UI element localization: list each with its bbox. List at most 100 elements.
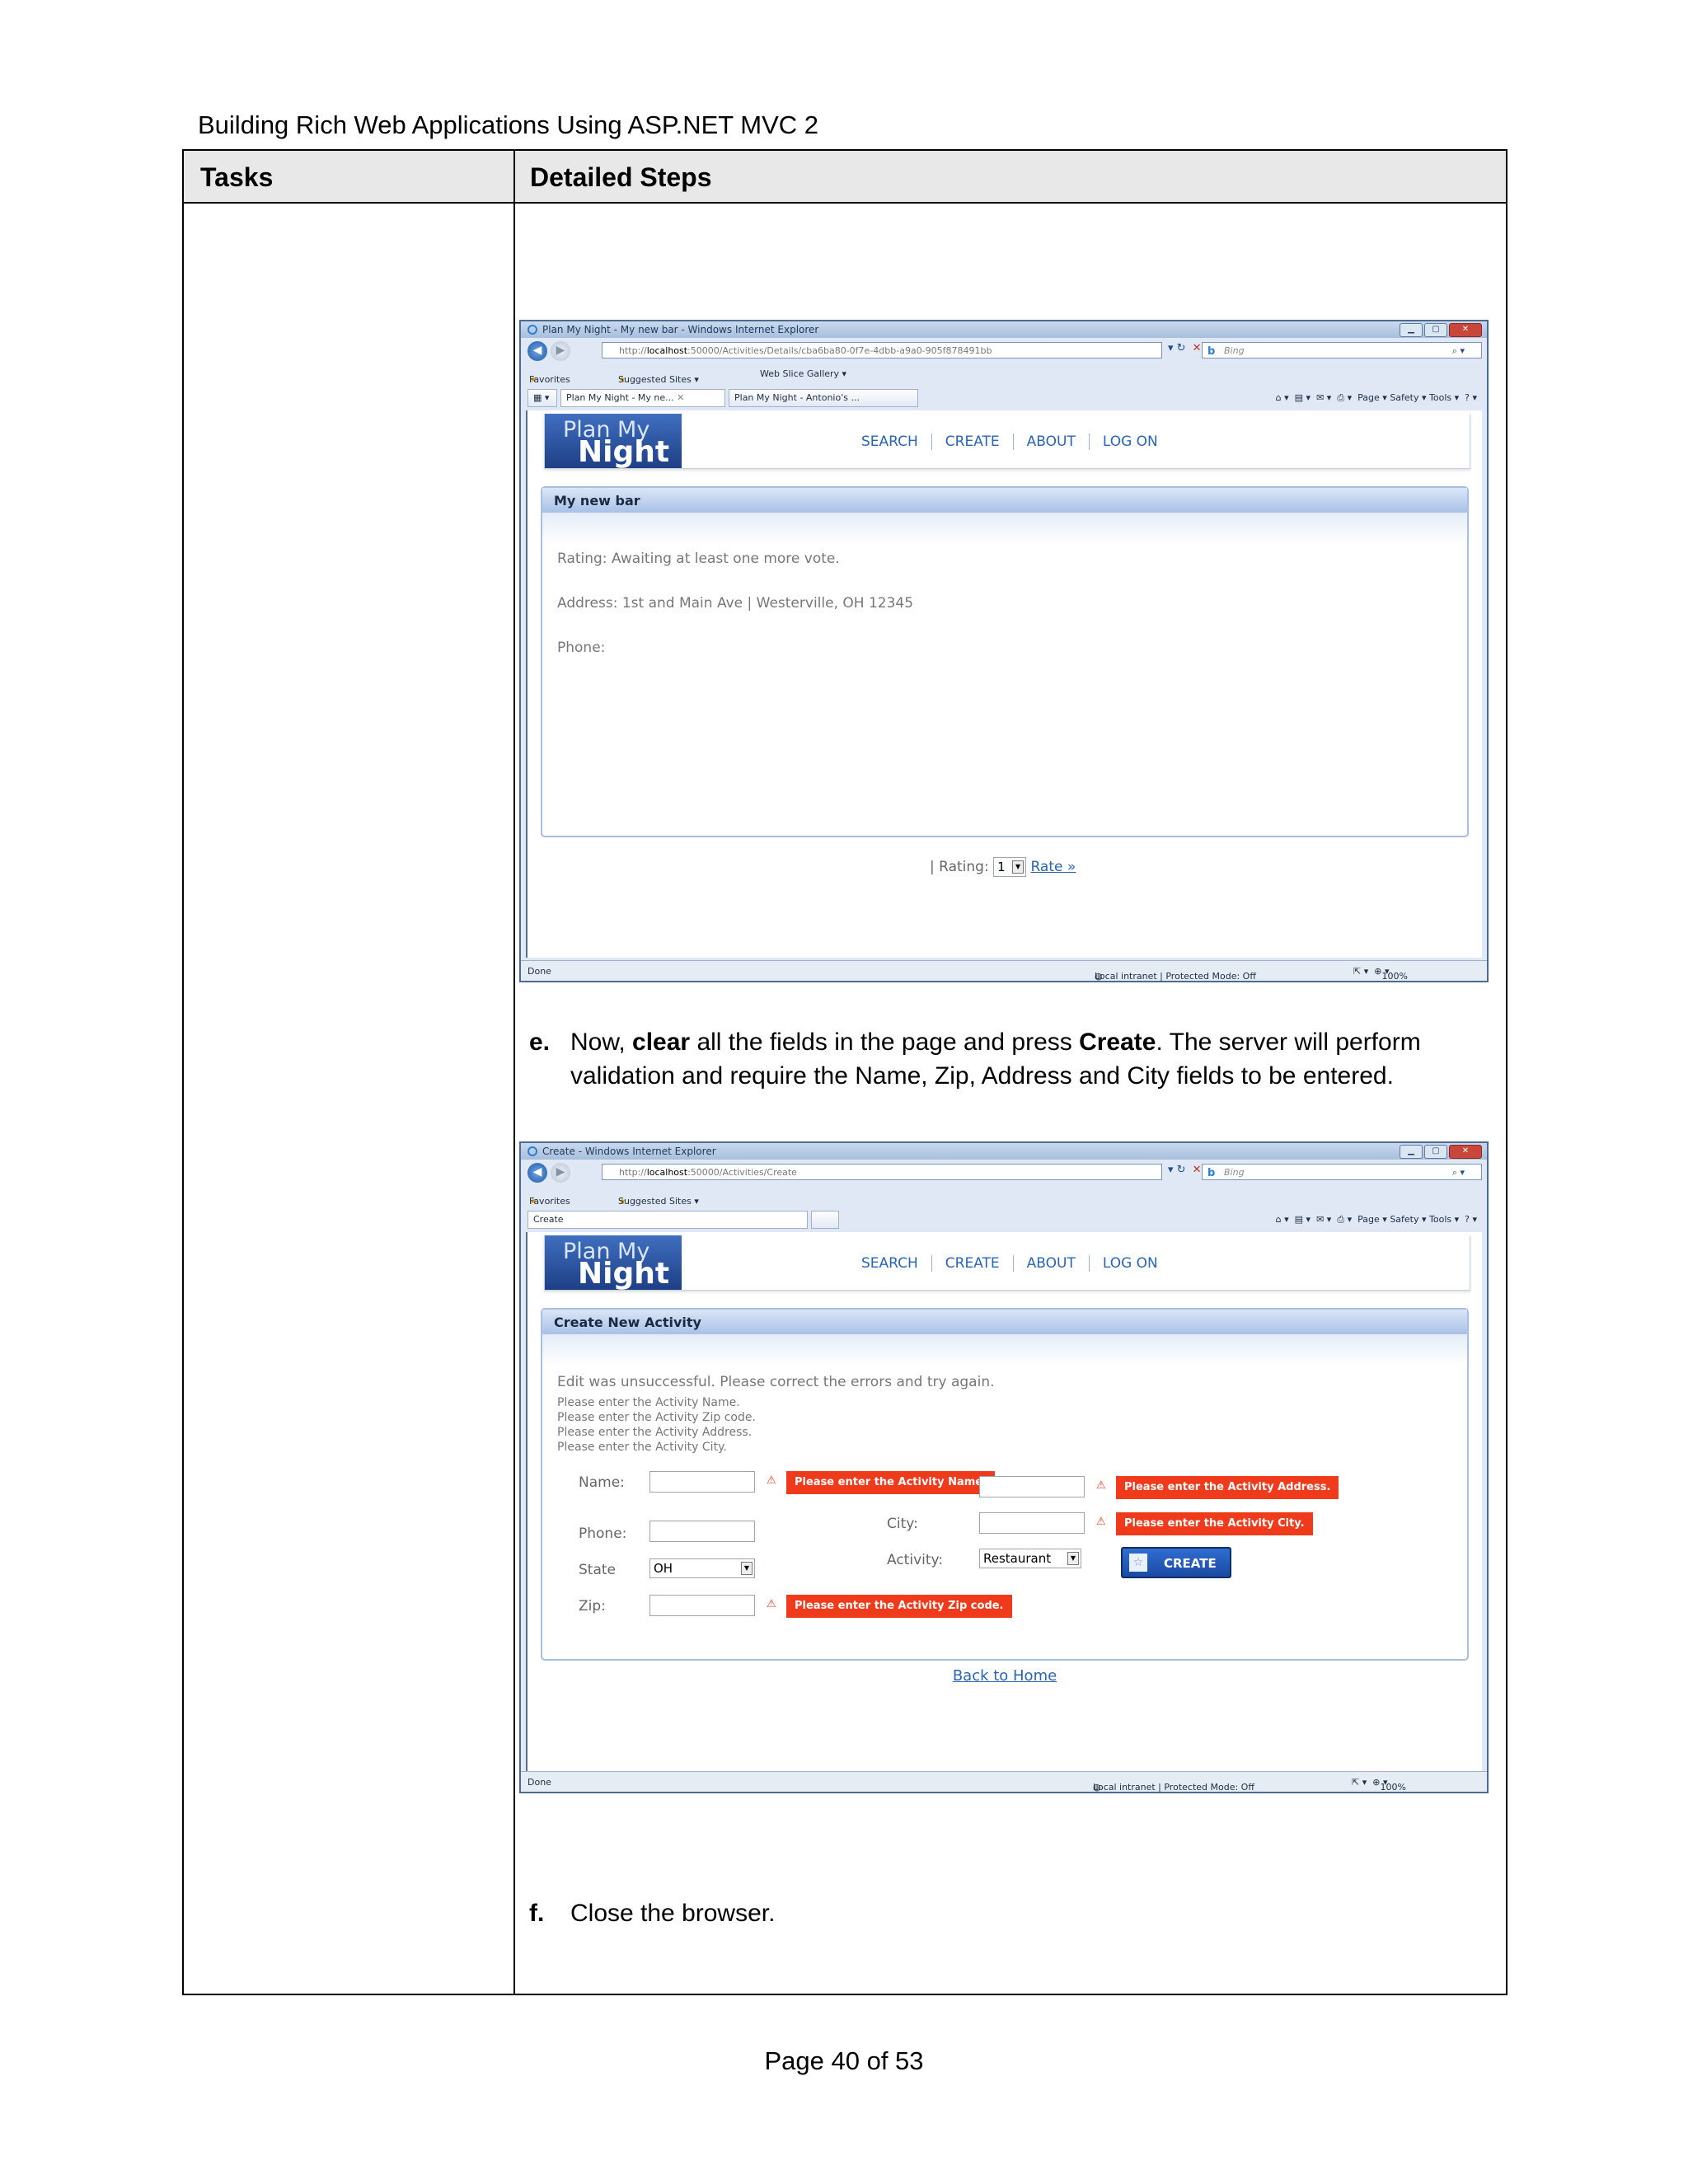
print-icon[interactable]: ⎙ ▾	[1337, 1214, 1352, 1225]
menu-about[interactable]: ABOUT	[1027, 434, 1076, 450]
city-input[interactable]	[979, 1512, 1085, 1534]
url-field[interactable]: http://localhost:50000/Activities/Create	[602, 1164, 1162, 1180]
phone-label: Phone:	[579, 1526, 627, 1542]
command-bar: ⌂ ▾ ▤ ▾ ✉ ▾ ⎙ ▾ Page ▾ Safety ▾ Tools ▾ …	[1276, 392, 1477, 404]
zoom-level: 100%	[1380, 1782, 1406, 1793]
step-f-text: Close the browser.	[570, 1900, 776, 1927]
menu-log-on[interactable]: LOG ON	[1103, 1255, 1158, 1272]
menu-create[interactable]: CREATE	[945, 434, 1000, 450]
minimize-button[interactable]: ▁	[1400, 323, 1423, 337]
logo-line2: Night	[578, 435, 670, 469]
tab-bar: ▦ ▾ Plan My Night - My ne... ✕ Plan My N…	[521, 387, 1487, 409]
refresh-stop-icons[interactable]: ▾ ↻ ✕	[1168, 1164, 1201, 1176]
step-e-bold-create: Create	[1079, 1029, 1156, 1056]
feeds-icon[interactable]: ▤ ▾	[1295, 1214, 1311, 1225]
print-icon[interactable]: ⎙ ▾	[1337, 392, 1352, 403]
close-tab-icon[interactable]: ✕	[677, 392, 684, 403]
zoom-control[interactable]: ⇱ ▾ ⊕ 100% ▾	[1352, 1777, 1406, 1793]
plan-my-night-logo[interactable]: Plan My Night	[545, 1235, 682, 1291]
window-titlebar: Create - Windows Internet Explorer ▁ ▢ ✕	[521, 1143, 1487, 1160]
url-path: :50000/Activities/Create	[687, 1167, 797, 1178]
quick-tabs-icon[interactable]: ▦ ▾	[528, 389, 557, 407]
url-prefix: http://	[619, 345, 647, 356]
command-menus[interactable]: Page ▾ Safety ▾ Tools ▾	[1357, 1214, 1459, 1225]
panel-title: Create New Activity	[554, 1315, 701, 1330]
search-field[interactable]: b Bing ⌕ ▾	[1202, 1164, 1482, 1180]
name-input[interactable]	[649, 1471, 755, 1493]
rating-select[interactable]: 1 ▼	[993, 857, 1027, 877]
activity-select[interactable]: Restaurant ▼	[979, 1549, 1081, 1568]
home-icon[interactable]: ⌂ ▾	[1276, 392, 1289, 403]
step-e-bold-clear: clear	[632, 1029, 691, 1056]
menu-log-on[interactable]: LOG ON	[1103, 434, 1158, 450]
dropdown-arrow-icon: ▼	[1012, 860, 1025, 874]
rating-label: | Rating:	[930, 859, 989, 875]
tab-details[interactable]: Plan My Night - My ne... ✕	[560, 389, 725, 407]
tab-create[interactable]: Create	[528, 1211, 808, 1229]
forward-arrow-icon[interactable]: ▶	[551, 1163, 570, 1183]
dropdown-arrow-icon: ▼	[1067, 1552, 1079, 1565]
zoom-control[interactable]: ⇱ ▾ ⊕ 100% ▾	[1353, 966, 1408, 982]
help-icon[interactable]: ? ▾	[1465, 1214, 1477, 1225]
mail-icon[interactable]: ✉ ▾	[1316, 392, 1331, 403]
ie-icon	[528, 325, 537, 335]
rate-link[interactable]: Rate »	[1030, 859, 1076, 875]
address-bar: ◀ ▶ http://localhost:50000/Activities/Cr…	[521, 1161, 1487, 1183]
forward-arrow-icon[interactable]: ▶	[551, 341, 570, 361]
home-icon[interactable]: ⌂ ▾	[1276, 1214, 1289, 1225]
create-activity-panel: Create New Activity Edit was unsuccessfu…	[541, 1308, 1469, 1661]
tab-details-label: Plan My Night - My ne...	[566, 392, 674, 403]
create-button[interactable]: ☆ CREATE	[1121, 1547, 1231, 1578]
mail-icon[interactable]: ✉ ▾	[1316, 1214, 1331, 1225]
command-menus[interactable]: Page ▾ Safety ▾ Tools ▾	[1357, 392, 1459, 403]
state-value: OH	[654, 1561, 673, 1576]
feeds-icon[interactable]: ▤ ▾	[1295, 392, 1311, 403]
site-header: Plan My Night SEARCH CREATE ABOUT LOG ON	[544, 414, 1470, 469]
new-tab-button[interactable]	[811, 1211, 839, 1229]
menu-search[interactable]: SEARCH	[861, 434, 918, 450]
url-prefix: http://	[619, 1167, 647, 1178]
warning-icon: ⚠	[1096, 1479, 1106, 1492]
step-e-text-part: Now,	[570, 1029, 633, 1056]
address-input[interactable]	[979, 1476, 1085, 1497]
panel-gradient	[542, 1334, 1467, 1367]
validation-error-item: Please enter the Activity Zip code.	[557, 1411, 756, 1424]
search-icon[interactable]: ⌕ ▾	[1452, 343, 1465, 359]
menu-create[interactable]: CREATE	[945, 1255, 1000, 1272]
close-window-button[interactable]: ✕	[1449, 323, 1482, 337]
validation-error-item: Please enter the Activity Name.	[557, 1396, 740, 1409]
maximize-button[interactable]: ▢	[1424, 323, 1447, 337]
menu-about[interactable]: ABOUT	[1027, 1255, 1076, 1272]
panel-title: My new bar	[554, 493, 640, 509]
search-icon[interactable]: ⌕ ▾	[1452, 1165, 1465, 1180]
refresh-stop-icons[interactable]: ▾ ↻ ✕	[1168, 342, 1201, 354]
status-bar: Done ◍ Local intranet | Protected Mode: …	[521, 1771, 1487, 1793]
tab-bar: Create ⌂ ▾ ▤ ▾ ✉ ▾ ⎙ ▾ Page ▾ Safety ▾ T…	[521, 1209, 1487, 1230]
minimize-button[interactable]: ▁	[1400, 1145, 1423, 1159]
search-field[interactable]: b Bing ⌕ ▾	[1202, 342, 1482, 359]
url-field[interactable]: http://localhost:50000/Activities/Detail…	[602, 342, 1162, 359]
web-slice-gallery-link[interactable]: Web Slice Gallery ▾	[760, 368, 846, 379]
city-error-message: Please enter the Activity City.	[1116, 1512, 1313, 1535]
plan-my-night-logo[interactable]: Plan My Night	[545, 414, 682, 469]
suggested-sites-label: Suggested Sites ▾	[618, 1196, 699, 1207]
window-title: Plan My Night - My new bar - Windows Int…	[542, 324, 819, 335]
close-window-button[interactable]: ✕	[1449, 1145, 1482, 1159]
state-select[interactable]: OH ▼	[649, 1558, 755, 1578]
favorites-bar: ★ Favorites ★ Suggested Sites ▾ Web Slic…	[521, 363, 1487, 386]
back-arrow-icon[interactable]: ◀	[528, 341, 547, 361]
maximize-button[interactable]: ▢	[1424, 1145, 1447, 1159]
step-f-index: f.	[529, 1900, 545, 1927]
menu-search[interactable]: SEARCH	[861, 1255, 918, 1272]
panel-gradient	[542, 513, 1467, 546]
phone-input[interactable]	[649, 1521, 755, 1542]
column-divider	[513, 151, 515, 1994]
back-arrow-icon[interactable]: ◀	[528, 1163, 547, 1183]
zip-input[interactable]	[649, 1595, 755, 1616]
back-to-home-link[interactable]: Back to Home	[953, 1667, 1057, 1685]
logo-line2: Night	[578, 1257, 670, 1291]
menu-separator	[931, 434, 932, 450]
menu-separator	[1012, 434, 1014, 450]
tab-antonios[interactable]: Plan My Night - Antonio's ...	[729, 389, 918, 407]
help-icon[interactable]: ? ▾	[1465, 392, 1477, 403]
